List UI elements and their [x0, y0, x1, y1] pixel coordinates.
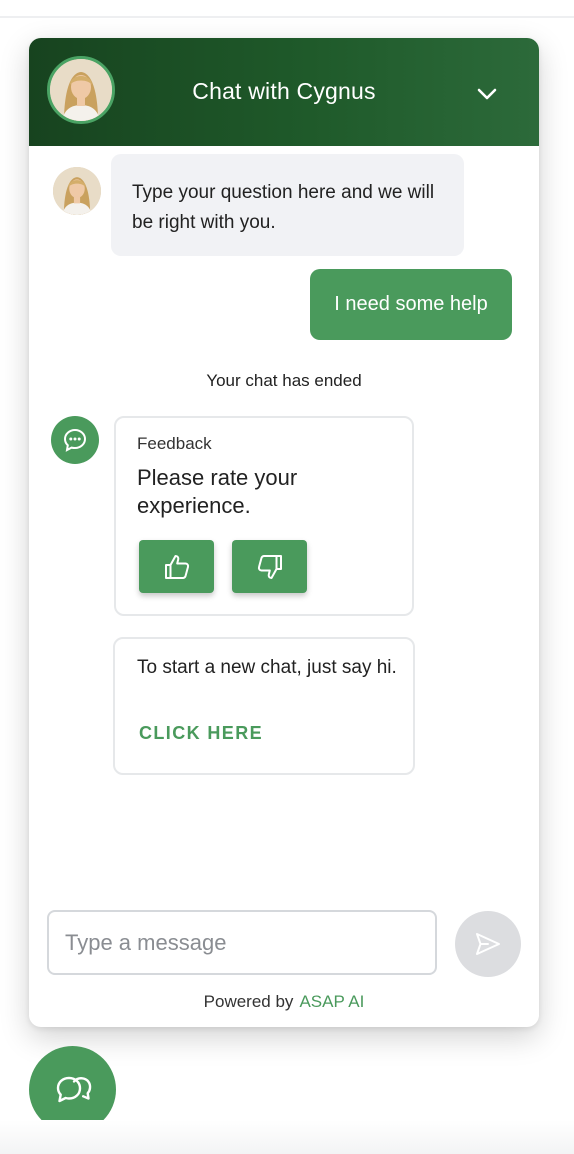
feedback-card: Feedback Please rate your experience. — [114, 416, 414, 616]
feedback-prompt: Please rate your experience. — [137, 465, 298, 518]
send-button[interactable] — [455, 911, 521, 977]
thumbs-up-icon — [164, 554, 189, 579]
user-message: I need some help — [310, 269, 512, 340]
thumbs-down-icon — [257, 554, 282, 579]
new-chat-text: To start a new chat, just say hi. — [137, 657, 397, 678]
thumbs-up-button[interactable] — [139, 540, 214, 593]
chat-bubbles-icon — [56, 1076, 91, 1102]
chat-bubble-icon — [51, 416, 99, 464]
chat-title: Chat with Cygnus — [192, 78, 376, 104]
feedback-label: Feedback — [137, 434, 212, 453]
powered-by-text: Powered by — [203, 992, 294, 1011]
chevron-down-icon — [477, 88, 497, 100]
powered-by: Powered by ASAP AI — [29, 992, 539, 1012]
message-input[interactable] — [47, 910, 437, 975]
bot-avatar — [53, 167, 101, 215]
brand-link[interactable]: ASAP AI — [299, 992, 364, 1011]
chat-widget: Chat with Cygnus Type your question here… — [29, 38, 539, 1027]
new-chat-card: To start a new chat, just say hi. CLICK … — [113, 637, 415, 775]
collapse-button[interactable] — [473, 80, 501, 108]
page-divider — [0, 16, 574, 18]
click-here-link[interactable]: CLICK HERE — [139, 723, 263, 744]
chat-header: Chat with Cygnus — [29, 38, 539, 146]
thumbs-down-button[interactable] — [232, 540, 307, 593]
page-bottom-fade — [0, 1120, 574, 1154]
send-icon — [476, 933, 500, 955]
agent-avatar — [47, 56, 115, 124]
bot-message: Type your question here and we will be r… — [111, 154, 464, 256]
chat-status: Your chat has ended — [206, 371, 362, 390]
